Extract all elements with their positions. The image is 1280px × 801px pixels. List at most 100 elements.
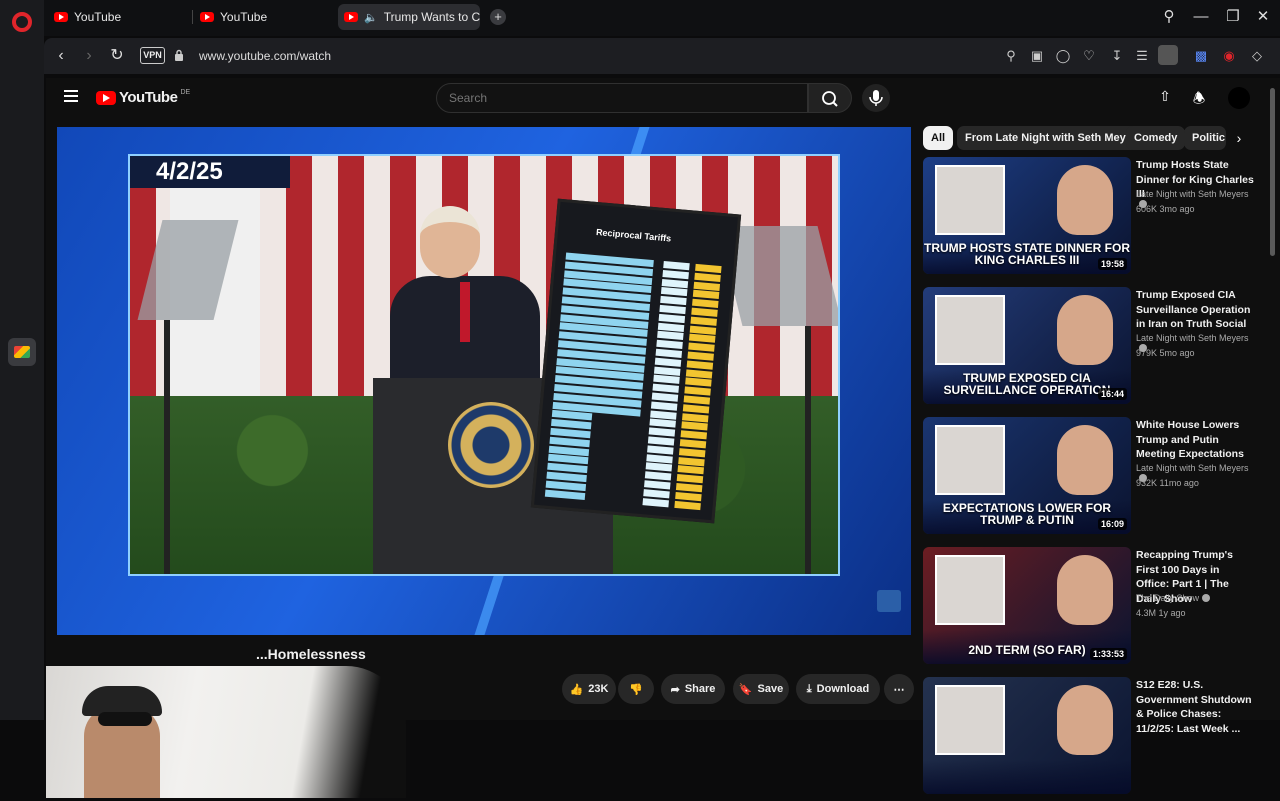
tariff-row: [688, 333, 716, 344]
video-thumbnail[interactable]: TRUMP HOSTS STATE DINNER FOR KING CHARLE…: [923, 157, 1131, 274]
related-title[interactable]: S12 E28: U.S. Government Shutdown & Poli…: [1136, 678, 1254, 736]
close-icon[interactable]: ✕: [1252, 6, 1274, 28]
heart-icon[interactable]: ♡: [1080, 47, 1098, 65]
scrollbar[interactable]: [1270, 88, 1275, 256]
tariff-row: [651, 392, 679, 402]
tariff-row: [680, 430, 708, 440]
tariff-row: [688, 342, 715, 352]
tariff-row: [658, 313, 686, 323]
back-icon[interactable]: ‹: [50, 45, 72, 67]
mic-icon: [869, 90, 883, 106]
tariff-row: [675, 491, 702, 501]
restore-icon[interactable]: ❐: [1222, 6, 1244, 28]
youtube-favicon-icon: [54, 12, 68, 22]
bell-icon[interactable]: 🕭: [1190, 88, 1208, 106]
upload-icon[interactable]: ⇧: [1156, 88, 1174, 106]
opera-sidebar: [0, 0, 44, 720]
related-video[interactable]: TRUMP HOSTS STATE DINNER FOR KING CHARLE…: [923, 157, 1254, 281]
reload-icon[interactable]: ↻: [106, 45, 128, 67]
search-tabs-icon[interactable]: ⚲: [1158, 6, 1180, 28]
chip-late-night[interactable]: From Late Night with Seth Meyers: [957, 126, 1151, 150]
camera-icon[interactable]: ▣: [1028, 47, 1046, 65]
share-button[interactable]: ➦ Share: [661, 674, 725, 704]
video-thumbnail[interactable]: 2ND TERM (SO FAR) 1:33:53: [923, 547, 1131, 664]
save-label: Save: [757, 683, 784, 695]
tariff-row: [654, 366, 681, 376]
forward-icon[interactable]: ›: [78, 45, 100, 67]
save-button[interactable]: 🔖 Save: [733, 674, 789, 704]
video-thumbnail[interactable]: [923, 677, 1131, 794]
speaker-figure: [390, 186, 540, 386]
cube-icon[interactable]: ◇: [1248, 47, 1266, 65]
lock-icon[interactable]: [174, 49, 184, 62]
tariff-row: [689, 325, 717, 335]
logo-text: YouTube: [119, 89, 178, 106]
video-thumbnail[interactable]: TRUMP EXPOSED CIA SURVEILLANCE OPERATION…: [923, 287, 1131, 404]
url-field[interactable]: www.youtube.com/watch: [199, 49, 331, 63]
speaker-icon[interactable]: 🔈: [364, 11, 378, 24]
thumbnail-overlay: [923, 760, 1131, 794]
logo-country: DE: [180, 89, 191, 96]
channel-label: Late Night with Seth Meyers: [1136, 333, 1249, 343]
opera-logo[interactable]: [12, 12, 32, 32]
tariff-row: [652, 383, 679, 394]
webcam-glasses: [98, 712, 152, 726]
easy-setup-icon[interactable]: ☰: [1133, 47, 1151, 65]
channel-name[interactable]: The Daily Show: [1136, 593, 1211, 603]
youtube-logo-icon: [96, 90, 116, 105]
video-thumbnail[interactable]: EXPECTATIONS LOWER FOR TRUMP & PUTIN 16:0…: [923, 417, 1131, 534]
bookmark-icon: 🔖: [738, 683, 753, 696]
more-actions-button[interactable]: ⋯: [884, 674, 914, 704]
verified-icon: [1202, 594, 1211, 602]
tab-youtube-1[interactable]: YouTube: [48, 4, 190, 30]
youtube-favicon-icon: [200, 12, 214, 22]
menu-icon[interactable]: [64, 90, 78, 102]
lens-icon[interactable]: ⚲: [1002, 47, 1020, 65]
tariff-row: [684, 386, 711, 396]
thumbnail-host: [1057, 555, 1113, 625]
download-button[interactable]: ⤓ Download: [796, 674, 880, 704]
tab-active[interactable]: 🔈 Trump Wants to Crack: [338, 4, 480, 30]
related-video[interactable]: 2ND TERM (SO FAR) 1:33:53 Recapping Trump'…: [923, 547, 1253, 671]
youtube-logo[interactable]: YouTube DE: [96, 89, 190, 106]
minimize-icon[interactable]: —: [1190, 6, 1212, 28]
related-video[interactable]: TRUMP EXPOSED CIA SURVEILLANCE OPERATION…: [923, 287, 1253, 411]
extension-icon[interactable]: ◉: [1220, 47, 1238, 65]
related-title[interactable]: Trump Exposed CIA Surveillance Operation…: [1136, 288, 1254, 332]
profile-icon[interactable]: [1158, 45, 1178, 65]
tab-youtube-2[interactable]: YouTube: [194, 4, 336, 30]
new-tab-button[interactable]: +: [490, 9, 506, 25]
tariff-row: [674, 500, 701, 510]
channel-label: Late Night with Seth Meyers: [1136, 463, 1249, 473]
translate-icon[interactable]: ▩: [1192, 47, 1210, 65]
vpn-badge[interactable]: VPN: [140, 47, 165, 64]
related-video[interactable]: S12 E28: U.S. Government Shutdown & Poli…: [923, 677, 1253, 801]
tariff-row: [675, 482, 703, 493]
duration-badge: 19:58: [1097, 258, 1127, 270]
download-icon[interactable]: ↧: [1108, 47, 1126, 65]
like-button[interactable]: 👍 23K: [562, 674, 616, 704]
video-player[interactable]: Reciprocal Tariffs 4/2/25: [57, 127, 911, 635]
related-video[interactable]: EXPECTATIONS LOWER FOR TRUMP & PUTIN 16:0…: [923, 417, 1253, 541]
tariff-row: [683, 395, 711, 405]
tariff-row: [647, 445, 674, 455]
download-icon: ⤓: [806, 682, 812, 695]
chip-politics[interactable]: Politic: [1184, 126, 1226, 150]
search-button[interactable]: [808, 83, 852, 113]
thumbnail-host: [1057, 165, 1113, 235]
chevron-right-icon[interactable]: ›: [1230, 130, 1248, 148]
gmail-icon[interactable]: [8, 338, 36, 366]
dislike-button[interactable]: 👎: [618, 674, 654, 704]
chip-all[interactable]: All: [923, 126, 954, 150]
shield-icon[interactable]: ◯: [1054, 47, 1072, 65]
tariff-row: [653, 374, 680, 385]
related-title[interactable]: White House Lowers Trump and Putin Meeti…: [1136, 418, 1254, 462]
tariff-row: [660, 296, 687, 306]
tariff-row: [663, 261, 690, 271]
mic-button[interactable]: [862, 84, 890, 112]
chip-comedy[interactable]: Comedy: [1126, 126, 1186, 150]
pole: [805, 326, 811, 574]
avatar[interactable]: [1228, 87, 1250, 109]
video-meta: 606K 3mo ago: [1136, 204, 1195, 214]
search-input[interactable]: [436, 83, 808, 113]
